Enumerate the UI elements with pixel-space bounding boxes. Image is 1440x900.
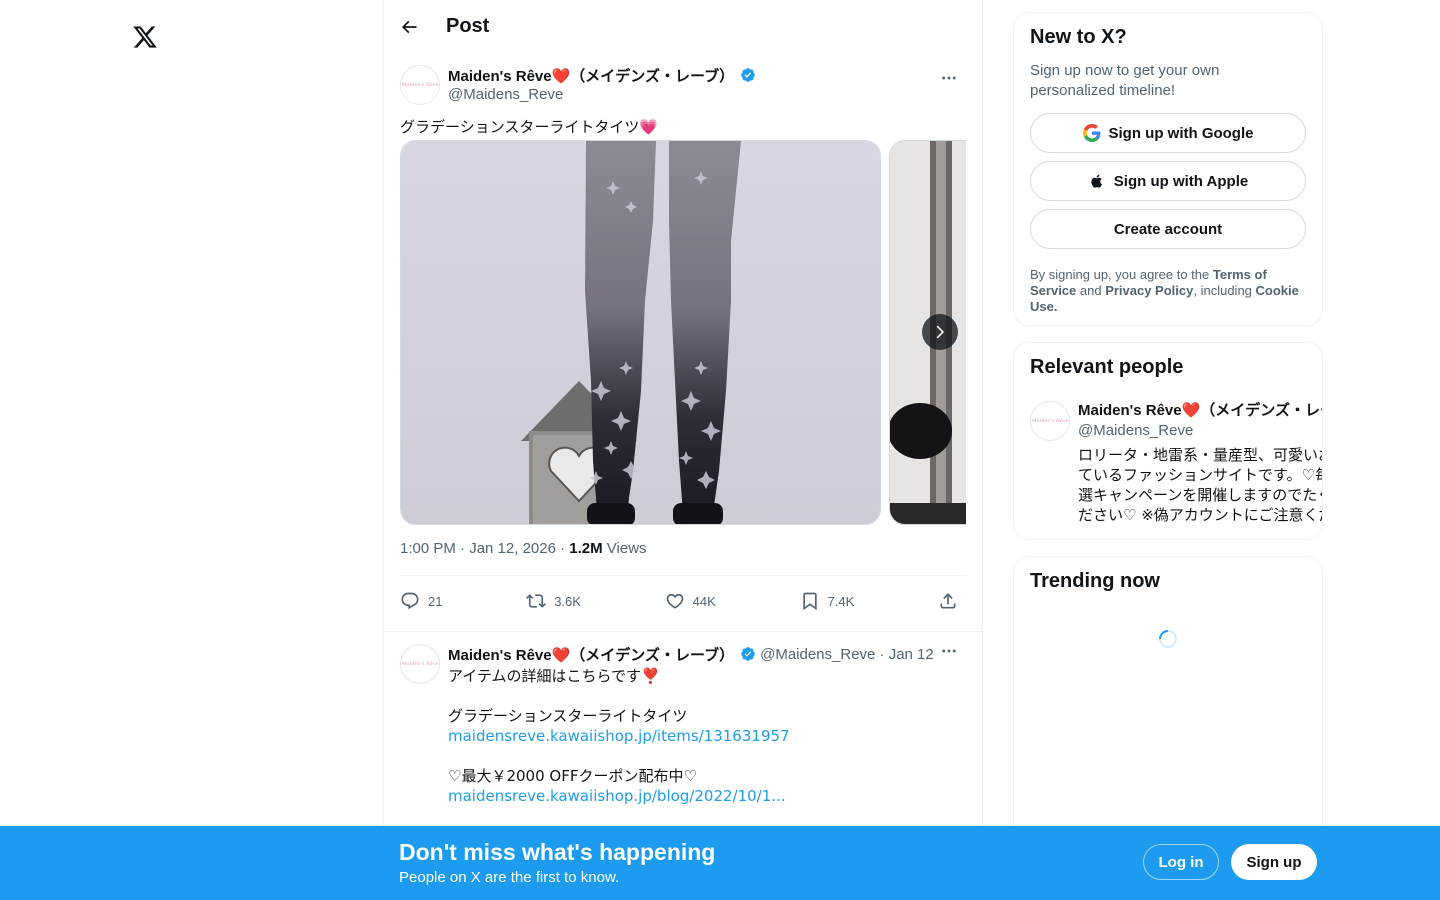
- post-meta: 1:00 PM · Jan 12, 2026 · 1.2M Views: [400, 539, 966, 559]
- more-options-icon[interactable]: [932, 61, 966, 95]
- relevant-person-name[interactable]: Maiden's Rêve❤️（メイデンズ・レーブ）: [1078, 401, 1322, 421]
- reply-author-row: Maiden's Rêve Maiden's Rêve❤️（メイデンズ・レーブ）…: [400, 644, 966, 806]
- create-account-label: Create account: [1113, 220, 1223, 238]
- heart-icon: [666, 593, 683, 609]
- views-label: Views: [602, 540, 647, 557]
- x-logo-icon[interactable]: [128, 20, 162, 54]
- views-count: 1.2M: [569, 540, 603, 557]
- post-author-name[interactable]: Maiden's Rêve❤️（メイデンズ・レーブ）: [448, 65, 734, 86]
- reply-post[interactable]: Maiden's Rêve Maiden's Rêve❤️（メイデンズ・レーブ）…: [384, 632, 982, 806]
- legal-text: , including: [1193, 283, 1256, 298]
- main-column: Post Maiden's Rêve Maiden's Rêve❤️（メイデンズ…: [383, 0, 983, 900]
- create-account-button[interactable]: Create account: [1030, 209, 1306, 249]
- reply-icon: [401, 592, 419, 610]
- post-image-tights[interactable]: [400, 140, 881, 525]
- signup-banner: Don't miss what's happening People on X …: [0, 826, 1440, 900]
- privacy-link[interactable]: Privacy Policy: [1105, 283, 1193, 298]
- repost-icon: [526, 594, 547, 608]
- banner-subtitle: People on X are the first to know.: [399, 869, 620, 886]
- legal-text: and: [1076, 283, 1106, 298]
- signup-legal: By signing up, you agree to the Terms of…: [1030, 267, 1306, 315]
- bio-line: ロリータ・地雷系・量産型、可愛いお洋服を取り扱っ: [1078, 446, 1322, 464]
- share-icon: [940, 593, 956, 609]
- reply-author-name[interactable]: Maiden's Rêve❤️（メイデンズ・レーブ）: [448, 644, 734, 665]
- share-button[interactable]: [938, 591, 966, 611]
- signup-google-label: Sign up with Google: [1108, 124, 1254, 142]
- avatar[interactable]: Maiden's Rêve: [400, 65, 440, 105]
- trending-card: Trending now: [1013, 556, 1323, 856]
- back-arrow-icon[interactable]: [392, 10, 426, 44]
- relevant-people-card: Relevant people Maiden's Rêve Maiden's R…: [1013, 342, 1323, 540]
- reply-line: グラデーションスターライトタイツ: [448, 707, 688, 725]
- relevant-person-bio: ロリータ・地雷系・量産型、可愛いお洋服を取り扱っ ているファッションサイトです。…: [1078, 445, 1322, 525]
- repost-button[interactable]: 3.6K: [526, 591, 581, 611]
- carousel-next-icon[interactable]: [922, 314, 958, 350]
- signup-subtitle: Sign up now to get your own personalized…: [1030, 62, 1220, 99]
- google-icon: [1082, 124, 1100, 142]
- signup-title: New to X?: [1030, 26, 1127, 48]
- post-author-row: Maiden's Rêve Maiden's Rêve❤️（メイデンズ・レーブ）…: [400, 65, 966, 105]
- reply-text: アイテムの詳細はこちらです❣️ グラデーションスターライトタイツ maidens…: [448, 666, 966, 806]
- reply-button[interactable]: 21: [400, 591, 442, 611]
- legal-text: By signing up, you agree to the: [1030, 267, 1213, 282]
- relevant-person[interactable]: Maiden's Rêve Maiden's Rêve❤️（メイデンズ・レーブ）…: [1030, 401, 1322, 525]
- main-post: Maiden's Rêve Maiden's Rêve❤️（メイデンズ・レーブ）…: [384, 53, 982, 626]
- trending-title: Trending now: [1030, 570, 1160, 592]
- signup-google-button[interactable]: Sign up with Google: [1030, 113, 1306, 153]
- avatar-logo-text: Maiden's Rêve: [401, 661, 439, 667]
- reply-count: 21: [428, 593, 443, 609]
- post-actions: 21 3.6K 44K 7.4K: [400, 576, 966, 626]
- bookmark-button[interactable]: 7.4K: [800, 591, 855, 611]
- avatar-logo-text: Maiden's Rêve: [1031, 418, 1069, 424]
- like-button[interactable]: 44K: [665, 591, 716, 611]
- post-timestamp[interactable]: 1:00 PM · Jan 12, 2026 ·: [400, 540, 569, 557]
- verified-badge-icon: [741, 68, 755, 82]
- loading-spinner-icon: [1159, 630, 1177, 648]
- bookmark-icon: [802, 592, 817, 611]
- verified-badge-icon: [741, 647, 755, 661]
- relevant-person-handle[interactable]: @Maidens_Reve: [1078, 421, 1322, 441]
- reply-link-blog[interactable]: maidensreve.kawaiishop.jp/blog/2022/10/1…: [448, 786, 966, 806]
- signup-apple-label: Sign up with Apple: [1113, 172, 1249, 190]
- reply-line: ♡最大￥2000 OFFクーポン配布中♡: [448, 767, 697, 785]
- signup-apple-button[interactable]: Sign up with Apple: [1030, 161, 1306, 201]
- reply-link-item[interactable]: maidensreve.kawaiishop.jp/items/13163195…: [448, 726, 966, 746]
- right-sidebar: New to X? Sign up now to get your own pe…: [1013, 0, 1323, 856]
- bio-line: ているファッションサイトです。♡毎月フォロワー様限定の抽: [1078, 466, 1322, 484]
- avatar-logo-text: Maiden's Rêve: [401, 82, 439, 88]
- relevant-people-title: Relevant people: [1030, 356, 1184, 378]
- banner-title: Don't miss what's happening: [399, 839, 716, 865]
- post-header: Post: [384, 0, 982, 53]
- bio-line: ださい♡ ※偽アカウントにご注意ください: [1078, 506, 1322, 524]
- signup-button[interactable]: Sign up: [1231, 844, 1317, 880]
- post-author-handle[interactable]: @Maidens_Reve: [448, 85, 756, 105]
- page-title: Post: [446, 15, 490, 37]
- login-button[interactable]: Log in: [1143, 844, 1219, 880]
- bio-line: 選キャンペーンを開催しますのでたくさんご参加く: [1078, 486, 1322, 504]
- reply-meta[interactable]: @Maidens_Reve · Jan 12: [760, 646, 934, 663]
- signup-card: New to X? Sign up now to get your own pe…: [1013, 12, 1323, 326]
- avatar[interactable]: Maiden's Rêve: [1030, 401, 1070, 441]
- post-text: グラデーションスターライトタイツ💗: [400, 118, 659, 136]
- left-navigation: [0, 0, 383, 900]
- avatar[interactable]: Maiden's Rêve: [400, 644, 440, 684]
- bookmark-count: 7.4K: [827, 593, 855, 609]
- apple-icon: [1091, 174, 1102, 188]
- media-carousel: [400, 140, 966, 525]
- reply-line: アイテムの詳細はこちらです❣️: [448, 667, 660, 685]
- more-options-icon[interactable]: [932, 634, 966, 668]
- repost-count: 3.6K: [554, 593, 581, 609]
- like-count: 44K: [692, 593, 716, 609]
